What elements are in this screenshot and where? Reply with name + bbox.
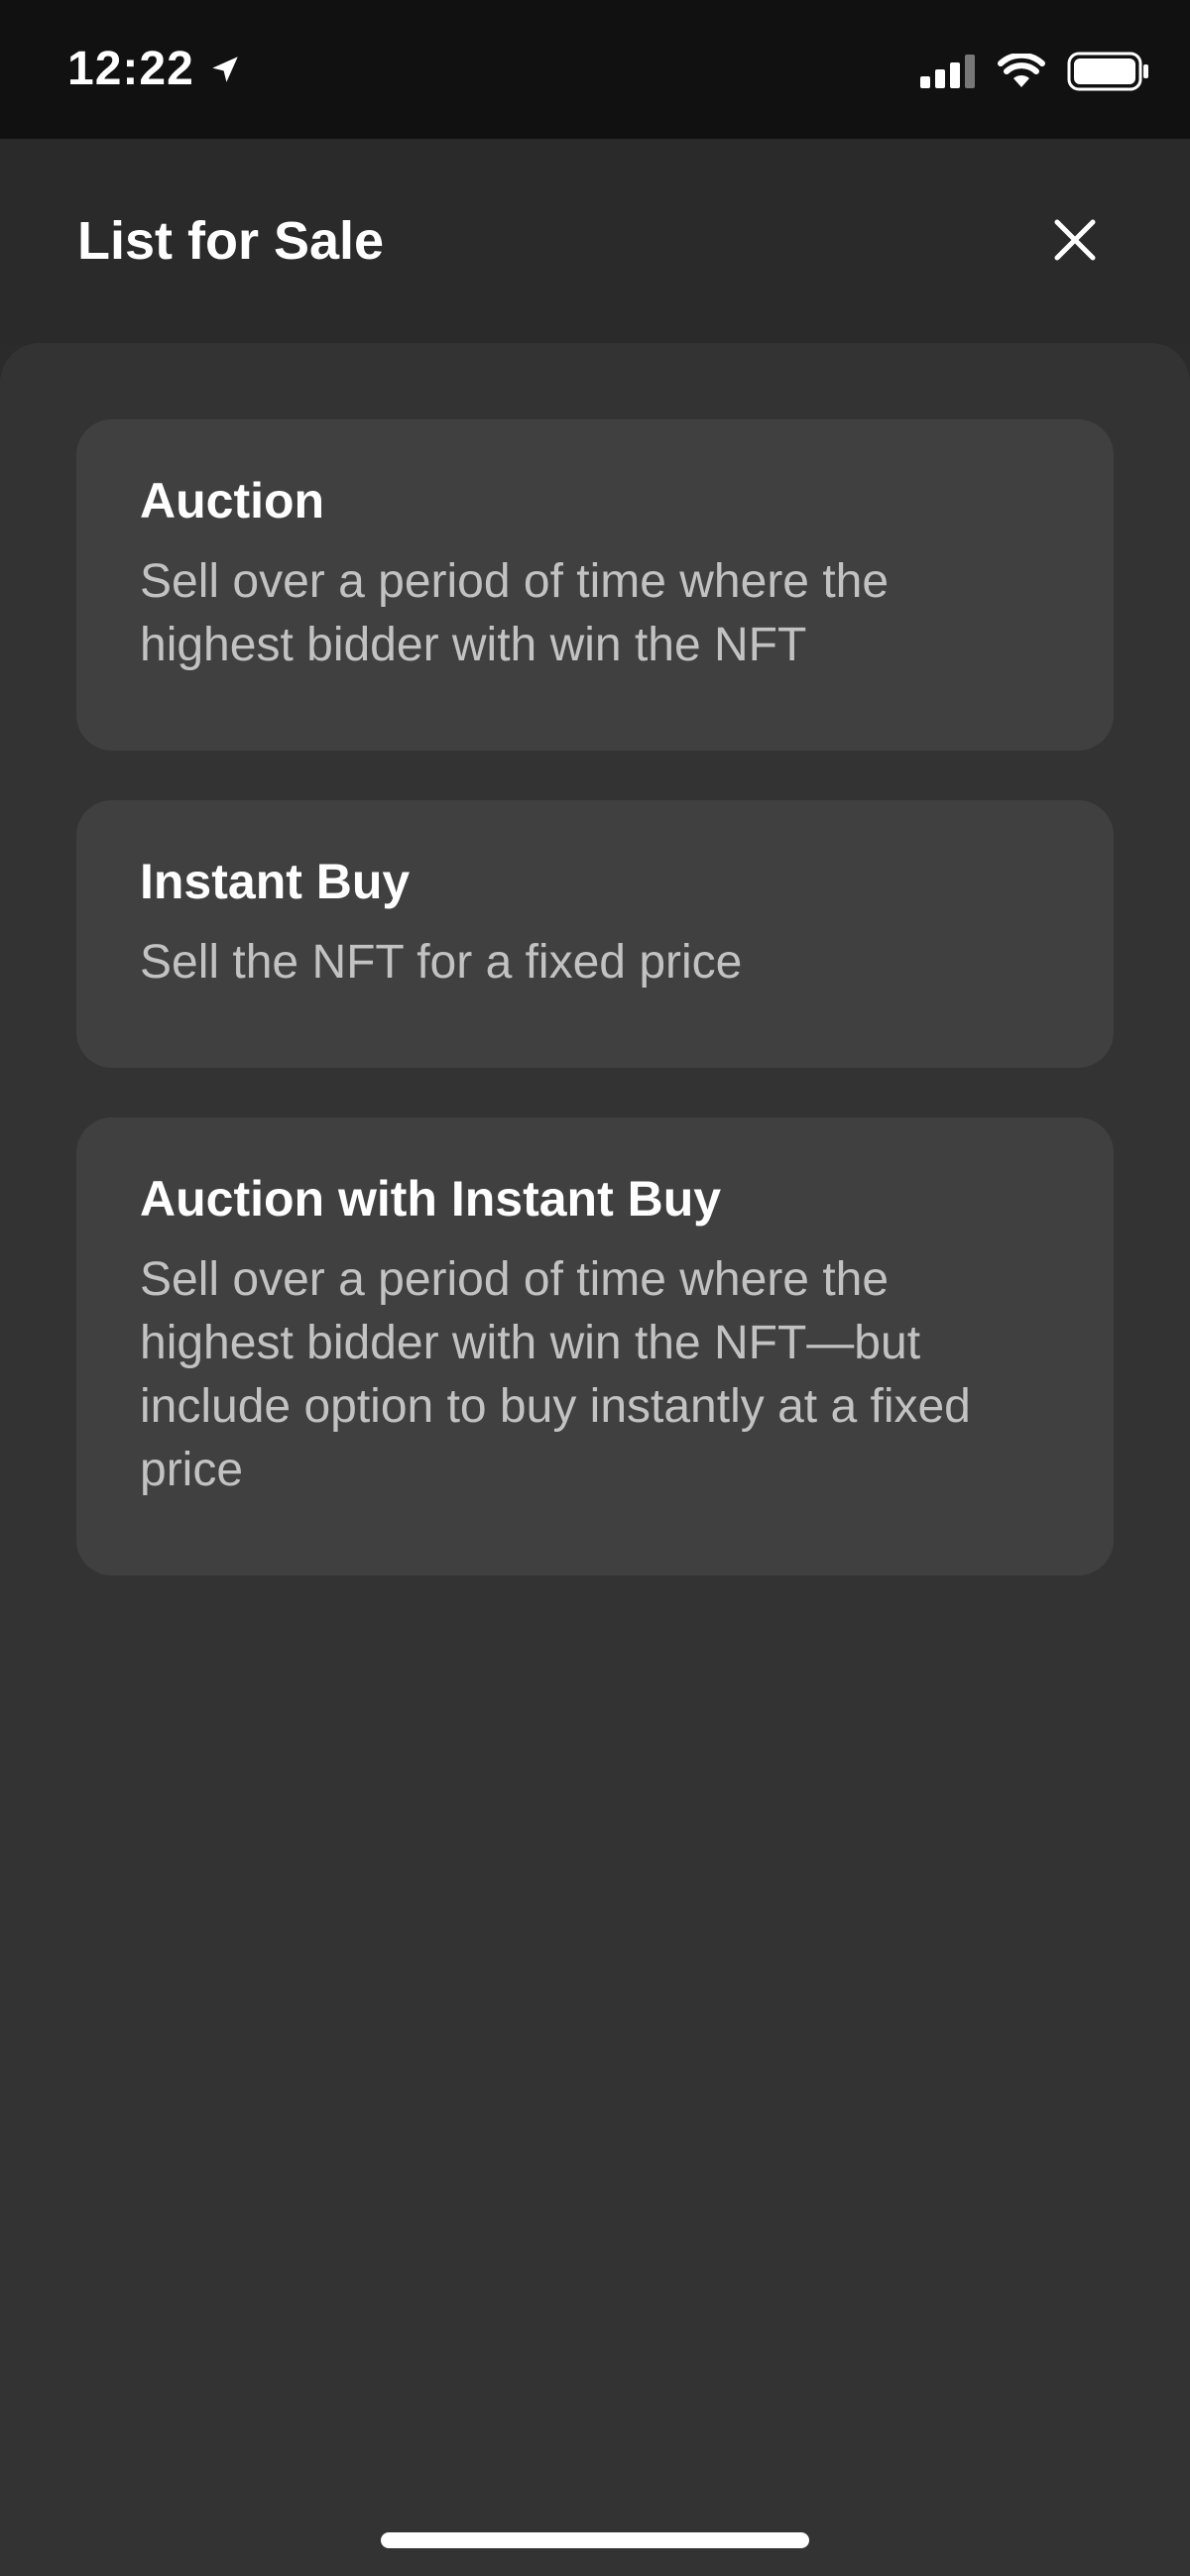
close-icon — [1054, 219, 1096, 261]
home-indicator — [381, 2532, 809, 2548]
status-icons — [920, 52, 1150, 91]
status-time-group: 12:22 — [67, 42, 242, 96]
option-title: Auction — [140, 473, 325, 528]
wifi-icon — [998, 54, 1045, 87]
option-description: Sell the NFT for a fixed price — [140, 936, 743, 989]
page-title: List for Sale — [77, 211, 385, 271]
option-auction[interactable]: Auction Sell over a period of time where… — [76, 419, 1114, 751]
status-time: 12:22 — [67, 43, 194, 95]
cellular-signal-icon — [920, 55, 975, 88]
option-auction-with-instant-buy[interactable]: Auction with Instant Buy Sell over a per… — [76, 1117, 1114, 1576]
option-title: Instant Buy — [140, 854, 411, 909]
option-title: Auction with Instant Buy — [140, 1171, 722, 1227]
sheet-header: List for Sale — [0, 139, 1190, 345]
option-description: Sell over a period of time where the hig… — [140, 1253, 971, 1496]
location-arrow-icon — [212, 56, 238, 82]
status-bar: 12:22 — [0, 0, 1190, 139]
sale-options-sheet: Auction Sell over a period of time where… — [0, 343, 1190, 2576]
option-description: Sell over a period of time where the hig… — [140, 555, 890, 671]
close-button[interactable] — [1043, 208, 1107, 272]
battery-icon — [1067, 52, 1148, 91]
option-instant-buy[interactable]: Instant Buy Sell the NFT for a fixed pri… — [76, 800, 1114, 1068]
